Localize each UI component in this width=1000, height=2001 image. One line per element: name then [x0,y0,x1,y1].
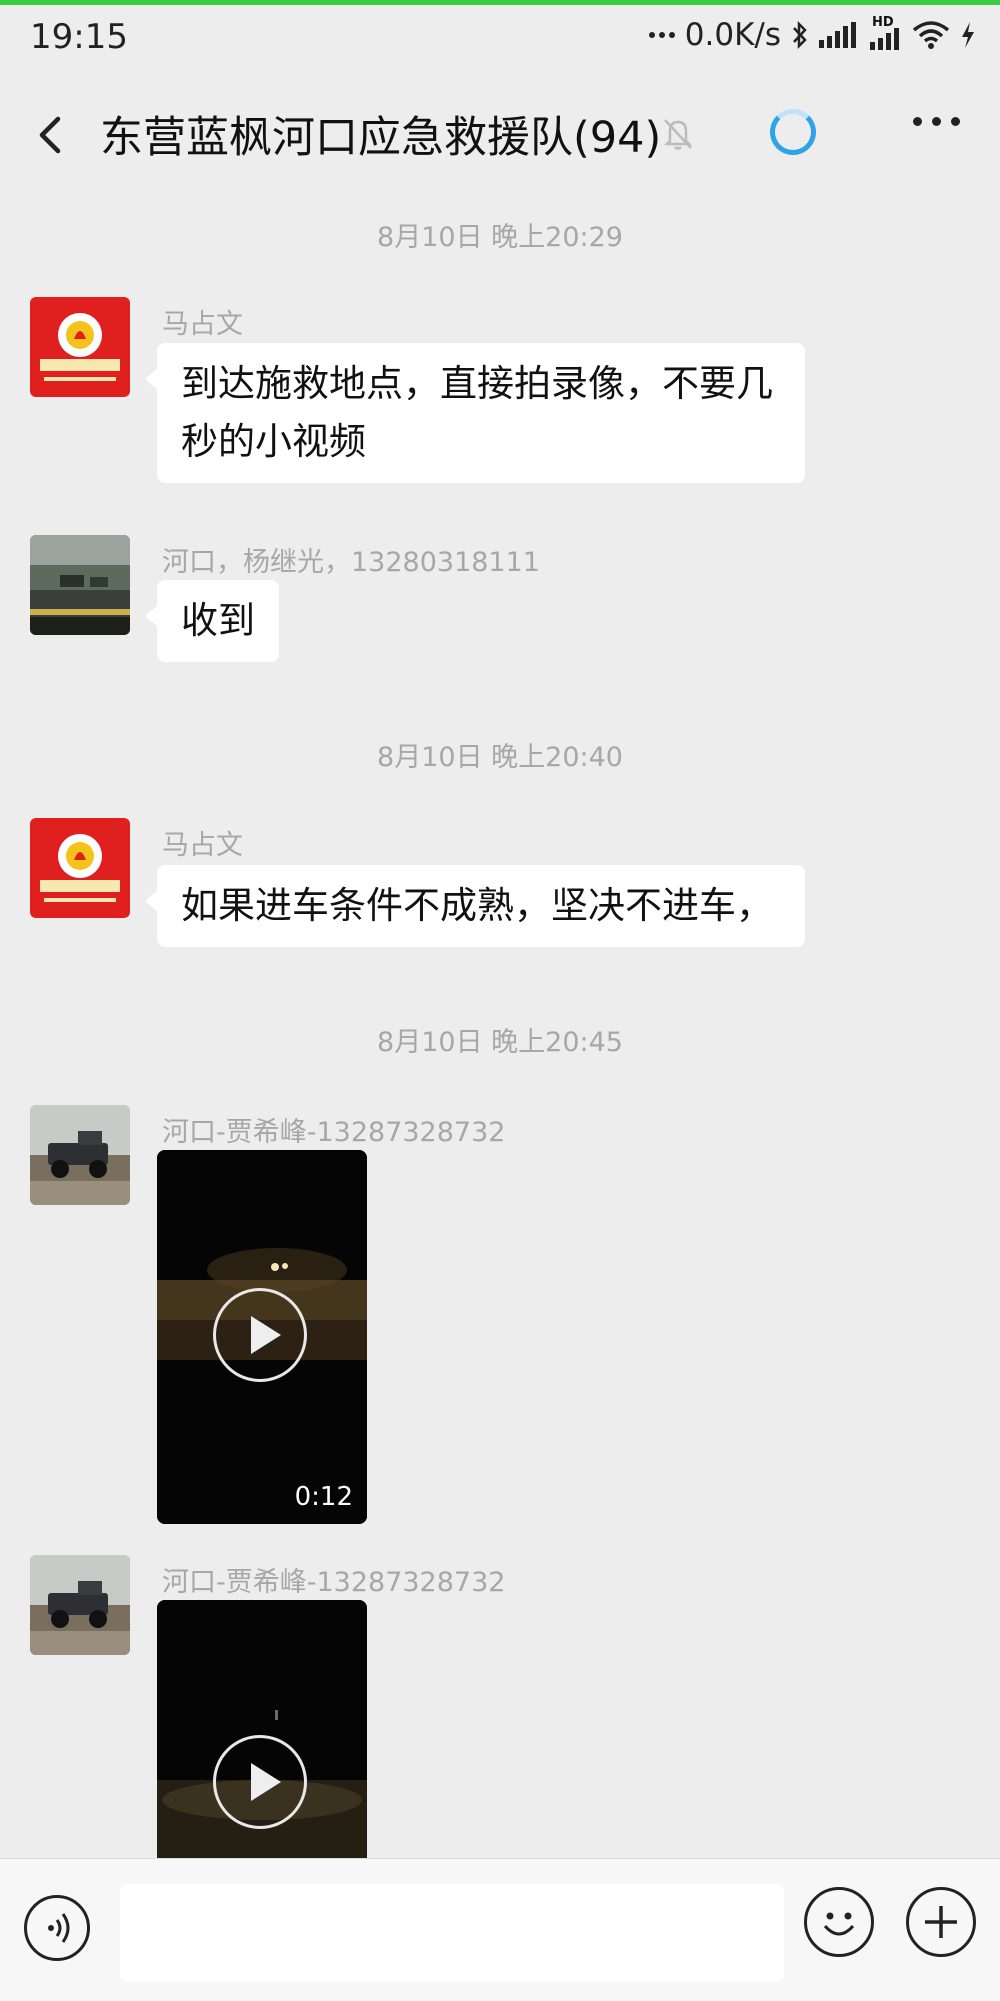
chat-header: 东营蓝枫河口应急救援队(94) [0,67,1000,197]
input-bar [0,1858,1000,2001]
sender-name: 河口-贾希峰-13287328732 [162,1567,506,1598]
message-bubble[interactable]: 到达施救地点，直接拍录像，不要几 秒的小视频 [145,343,805,483]
message-text-line: 收到 [181,599,255,642]
status-time: 19:15 [30,17,128,57]
message-text-line: 到达施救地点，直接拍录像，不要几 [181,362,773,405]
status-icons: 0.0K/s HD [648,15,976,55]
sender-name: 马占文 [162,309,243,340]
sender-name: 马占文 [162,830,243,861]
car-road-photo-icon [30,535,130,635]
video-message[interactable]: 0:12 [157,1150,367,1524]
chat-title: 东营蓝枫河口应急救援队(94) [100,113,662,163]
offroad-truck-photo-icon [30,1105,130,1205]
network-speed: 0.0K/s [684,17,781,53]
offroad-truck-photo-icon [30,1555,130,1655]
hd-signal-icon: HD [866,16,902,50]
message-text-line: 如果进车条件不成熟，坚决不进车， [181,884,773,927]
dots-icon [648,32,675,38]
mute-bell-icon [663,119,693,150]
avatar[interactable] [30,1105,130,1205]
message-timestamp: 8月10日 晚上20:45 [377,1027,623,1058]
message-bubble[interactable]: 收到 [145,580,279,662]
emoji-button[interactable] [804,1887,874,1957]
message-bubble[interactable]: 如果进车条件不成熟，坚决不进车， [145,865,805,947]
org-logo-icon [40,834,120,902]
play-icon[interactable] [213,1735,307,1829]
sender-name: 河口，杨继光，13280318111 [162,547,540,578]
back-arrow-icon[interactable] [30,105,80,165]
video-message[interactable] [157,1600,367,1858]
message-text-line: 秒的小视频 [181,420,366,463]
avatar[interactable] [30,1555,130,1655]
message-input[interactable] [120,1884,784,1982]
more-actions-button[interactable] [906,1887,976,1957]
signal-icon [819,22,856,48]
avatar[interactable] [30,297,130,397]
plus-icon [925,1906,957,1938]
voice-icon [48,1913,70,1943]
voice-input-button[interactable] [24,1895,90,1961]
more-options-icon[interactable] [913,117,960,126]
message-timestamp: 8月10日 晚上20:40 [377,742,623,773]
org-logo-icon [40,313,120,381]
avatar[interactable] [30,535,130,635]
bluetooth-icon [793,20,807,50]
loading-spinner-icon [770,109,816,155]
play-icon[interactable] [213,1288,307,1382]
video-duration: 0:12 [294,1482,353,1512]
wifi-icon [912,21,950,49]
avatar[interactable] [30,818,130,918]
emoji-icon [823,1912,855,1936]
status-bar: 19:15 0.0K/s HD [0,5,1000,67]
message-timestamp: 8月10日 晚上20:29 [377,222,623,253]
sender-name: 河口-贾希峰-13287328732 [162,1117,506,1148]
charging-icon [962,22,974,48]
